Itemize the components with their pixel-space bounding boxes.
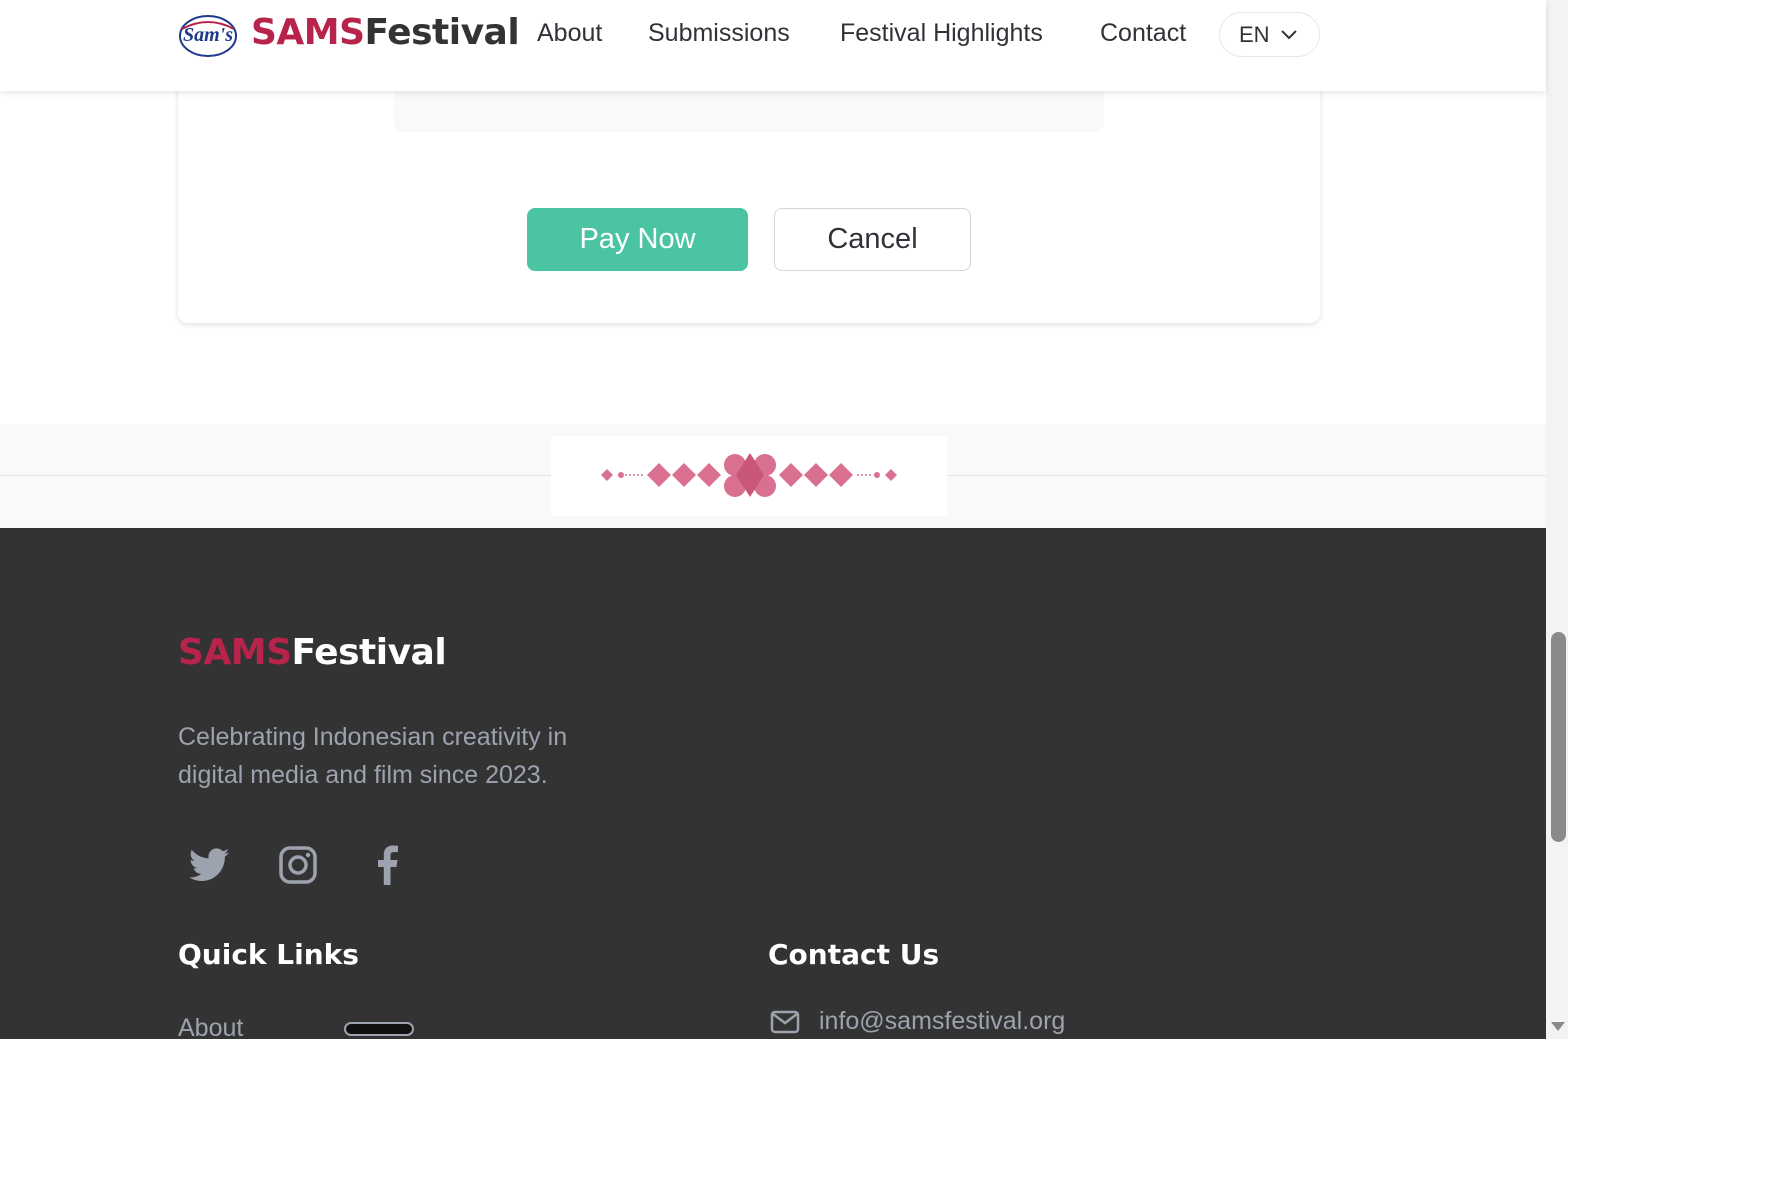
footer-tagline: Celebrating Indonesian creativity in dig…	[178, 723, 568, 789]
site-header: Sam's SAMSFestival About Submissions Fes…	[0, 0, 1546, 91]
footer-link-about[interactable]: About	[178, 1014, 243, 1043]
language-selector[interactable]: EN	[1219, 12, 1320, 57]
nav-contact[interactable]: Contact	[1100, 19, 1186, 48]
nav-about[interactable]: About	[537, 19, 602, 48]
brand-festival: Festival	[364, 12, 520, 53]
quick-links-heading: Quick Links	[178, 938, 359, 971]
brand-sams: SAMS	[251, 12, 365, 53]
nav-festival-highlights[interactable]: Festival Highlights	[840, 19, 1043, 48]
divider-line-left	[0, 475, 551, 476]
cancel-button[interactable]: Cancel	[774, 208, 971, 271]
pay-now-button[interactable]: Pay Now	[527, 208, 748, 271]
footer-brand-festival: Festival	[291, 632, 447, 673]
language-label: EN	[1239, 21, 1270, 47]
contact-us-heading: Contact Us	[768, 938, 940, 971]
page-scrollbar[interactable]	[1546, 0, 1568, 1039]
scroll-down-arrow-icon[interactable]	[1550, 1020, 1566, 1032]
instagram-icon[interactable]	[275, 842, 321, 888]
divider-line-right	[947, 475, 1546, 476]
twitter-icon[interactable]	[186, 842, 232, 888]
nav-submissions[interactable]: Submissions	[648, 19, 790, 48]
chevron-down-icon	[1280, 29, 1297, 39]
facebook-icon[interactable]	[364, 842, 410, 888]
contact-email-link[interactable]: info@samsfestival.org	[819, 1007, 1065, 1036]
batik-ornament-icon	[601, 453, 897, 497]
scrollbar-thumb[interactable]	[1551, 632, 1566, 842]
sams-studios-logo[interactable]: Sam's	[176, 11, 240, 59]
brand-logo-text[interactable]: SAMSFestival	[251, 12, 520, 53]
footer-brand-sams: SAMS	[178, 632, 292, 673]
footer-brand: SAMSFestival	[178, 632, 447, 673]
svg-text:Sam's: Sam's	[183, 24, 233, 46]
link-underline-pill	[344, 1022, 414, 1036]
ornament-container	[551, 436, 947, 516]
mail-icon	[770, 1010, 800, 1034]
